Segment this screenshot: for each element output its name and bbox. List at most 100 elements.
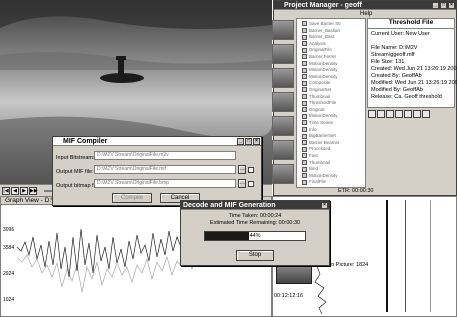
tree-item-label: OriginalFile xyxy=(309,47,332,53)
tree-item-label: Fast xyxy=(309,153,318,158)
tree-item-label: Info xyxy=(309,126,317,132)
time-remaining: Estimated Time Remaining: 00:00:30 xyxy=(209,220,301,226)
tree-item-label: MotionDensity xyxy=(309,60,338,66)
minimize-button[interactable]: _ xyxy=(237,138,244,145)
thumbnail[interactable] xyxy=(272,164,294,184)
tool-button[interactable] xyxy=(413,110,421,118)
browse-mif-button[interactable]: … xyxy=(238,165,246,174)
menu-help[interactable]: Help xyxy=(360,10,372,18)
progress-bar: 44% xyxy=(204,231,306,241)
tree-item-label: Analysis xyxy=(309,40,326,46)
close-button[interactable]: × xyxy=(321,202,328,209)
tool-button[interactable] xyxy=(404,110,412,118)
thumbnail[interactable] xyxy=(272,44,294,64)
input-bitstream-field[interactable]: D:\M2V Stream\OriginalFile.m2v xyxy=(94,151,236,160)
threshold-info-line: Current User: New User xyxy=(371,31,430,37)
maximize-button[interactable]: □ xyxy=(440,2,447,9)
y-tick: 1024 xyxy=(3,297,15,303)
stop-button[interactable]: Stop xyxy=(236,250,274,261)
marker-line xyxy=(386,200,388,312)
folder-icon xyxy=(302,126,307,132)
time-taken: Time Taken: 00:00:24 xyxy=(228,213,282,219)
tree-item-label: MotionDensity xyxy=(309,113,338,119)
threshold-toolbar xyxy=(368,110,454,120)
profile-trace xyxy=(314,264,327,314)
tree-item-label: MotionDensity xyxy=(309,172,338,178)
folder-icon xyxy=(302,100,307,106)
tree-item-label: Barrier Beamer xyxy=(309,139,340,145)
minimize-button[interactable]: _ xyxy=(432,2,439,9)
prev-button[interactable]: |◀ xyxy=(2,187,10,195)
folder-icon xyxy=(302,47,307,53)
decode-title: Decode and MIF Generation xyxy=(183,202,276,209)
folder-icon xyxy=(302,166,307,172)
folder-icon xyxy=(302,179,307,185)
folder-icon xyxy=(302,107,307,113)
folder-icon xyxy=(302,34,307,40)
folder-icon xyxy=(302,67,307,73)
folder-icon xyxy=(302,27,307,33)
threshold-info-line: Created By: GeoffAb xyxy=(371,73,422,79)
threshold-info-line: File Name: D:\M2V xyxy=(371,45,418,51)
output-bitmap-field[interactable]: D:\M2V Stream\OriginalFile.bmp xyxy=(94,179,236,188)
frame-timestamp: 00:12:12:16 xyxy=(274,293,304,299)
marker-line xyxy=(405,200,406,312)
tree-item[interactable]: FinalFile xyxy=(302,178,326,185)
browse-bitmap-button[interactable]: … xyxy=(238,179,246,188)
folder-icon xyxy=(302,21,307,27)
tree-item-label: Thumbnail xyxy=(309,93,331,99)
project-manager-title: Project Manager - geoff xyxy=(284,2,362,9)
project-manager-menubar: Help xyxy=(274,10,456,18)
tree-item-label: Thumbnail xyxy=(309,159,331,165)
folder-icon xyxy=(302,120,307,126)
folder-icon xyxy=(302,80,307,86)
tree-item-label: Bind xyxy=(309,166,319,172)
tool-button[interactable] xyxy=(395,110,403,118)
threshold-info-line: Stream\ggeoff.mff xyxy=(371,52,415,58)
tree-item-label: BigBarrierSet xyxy=(309,133,336,139)
tree-item-label: MotionDensity xyxy=(309,73,338,79)
thumbnail[interactable] xyxy=(272,20,294,40)
thumbnail[interactable] xyxy=(272,92,294,112)
mif-compiler-titlebar: MIF Compiler _ □ × xyxy=(53,137,261,146)
tool-button[interactable] xyxy=(422,110,430,118)
y-tick: 3584 xyxy=(3,245,15,251)
folder-icon xyxy=(302,133,307,139)
thumbnail[interactable] xyxy=(272,68,294,88)
folder-icon xyxy=(302,173,307,179)
tree-item-label: ThresholdFile xyxy=(309,100,337,106)
folder-icon xyxy=(302,93,307,99)
tree-item-label: Time Series xyxy=(309,120,333,125)
y-tick: 2924 xyxy=(3,271,15,277)
maximize-button[interactable]: □ xyxy=(245,138,252,145)
frame-thumbnail[interactable] xyxy=(276,264,312,284)
thumbnail[interactable] xyxy=(272,140,294,160)
tree-item-label: Composite xyxy=(309,80,331,86)
compile-button[interactable]: Compile xyxy=(112,193,152,203)
tree-item-label: Save Barrier Str xyxy=(309,21,342,26)
mif-checkbox[interactable] xyxy=(248,167,254,173)
threshold-header-rule xyxy=(368,28,454,29)
output-mif-label: Output MIF file: xyxy=(56,169,94,175)
folder-icon xyxy=(302,87,307,93)
close-button[interactable]: × xyxy=(253,138,260,145)
folder-icon xyxy=(302,60,307,66)
graph-title: Graph View - D:\ xyxy=(5,197,53,204)
forward-button[interactable]: ▶▶ xyxy=(29,187,38,195)
tool-button[interactable] xyxy=(386,110,394,118)
bitmap-checkbox[interactable] xyxy=(248,181,254,187)
close-button[interactable]: × xyxy=(448,2,455,9)
folder-icon xyxy=(302,159,307,165)
threshold-info-line: Modified By: GeoffAb xyxy=(371,87,423,93)
output-mif-field[interactable]: D:\M2V Stream\OriginalFile.mif xyxy=(94,165,236,174)
folder-icon xyxy=(302,146,307,152)
project-manager-titlebar: Project Manager - geoff _ □ × xyxy=(274,1,456,10)
rewind-button[interactable]: ◀ xyxy=(11,187,19,195)
y-tick: 3096 xyxy=(3,227,15,233)
folder-icon xyxy=(302,41,307,47)
thumbnail[interactable] xyxy=(272,116,294,136)
tree-item-label: Barrier_Bast xyxy=(309,34,335,40)
tool-button[interactable] xyxy=(368,110,376,118)
tool-button[interactable] xyxy=(377,110,385,118)
play-button[interactable]: ▶ xyxy=(20,187,28,195)
